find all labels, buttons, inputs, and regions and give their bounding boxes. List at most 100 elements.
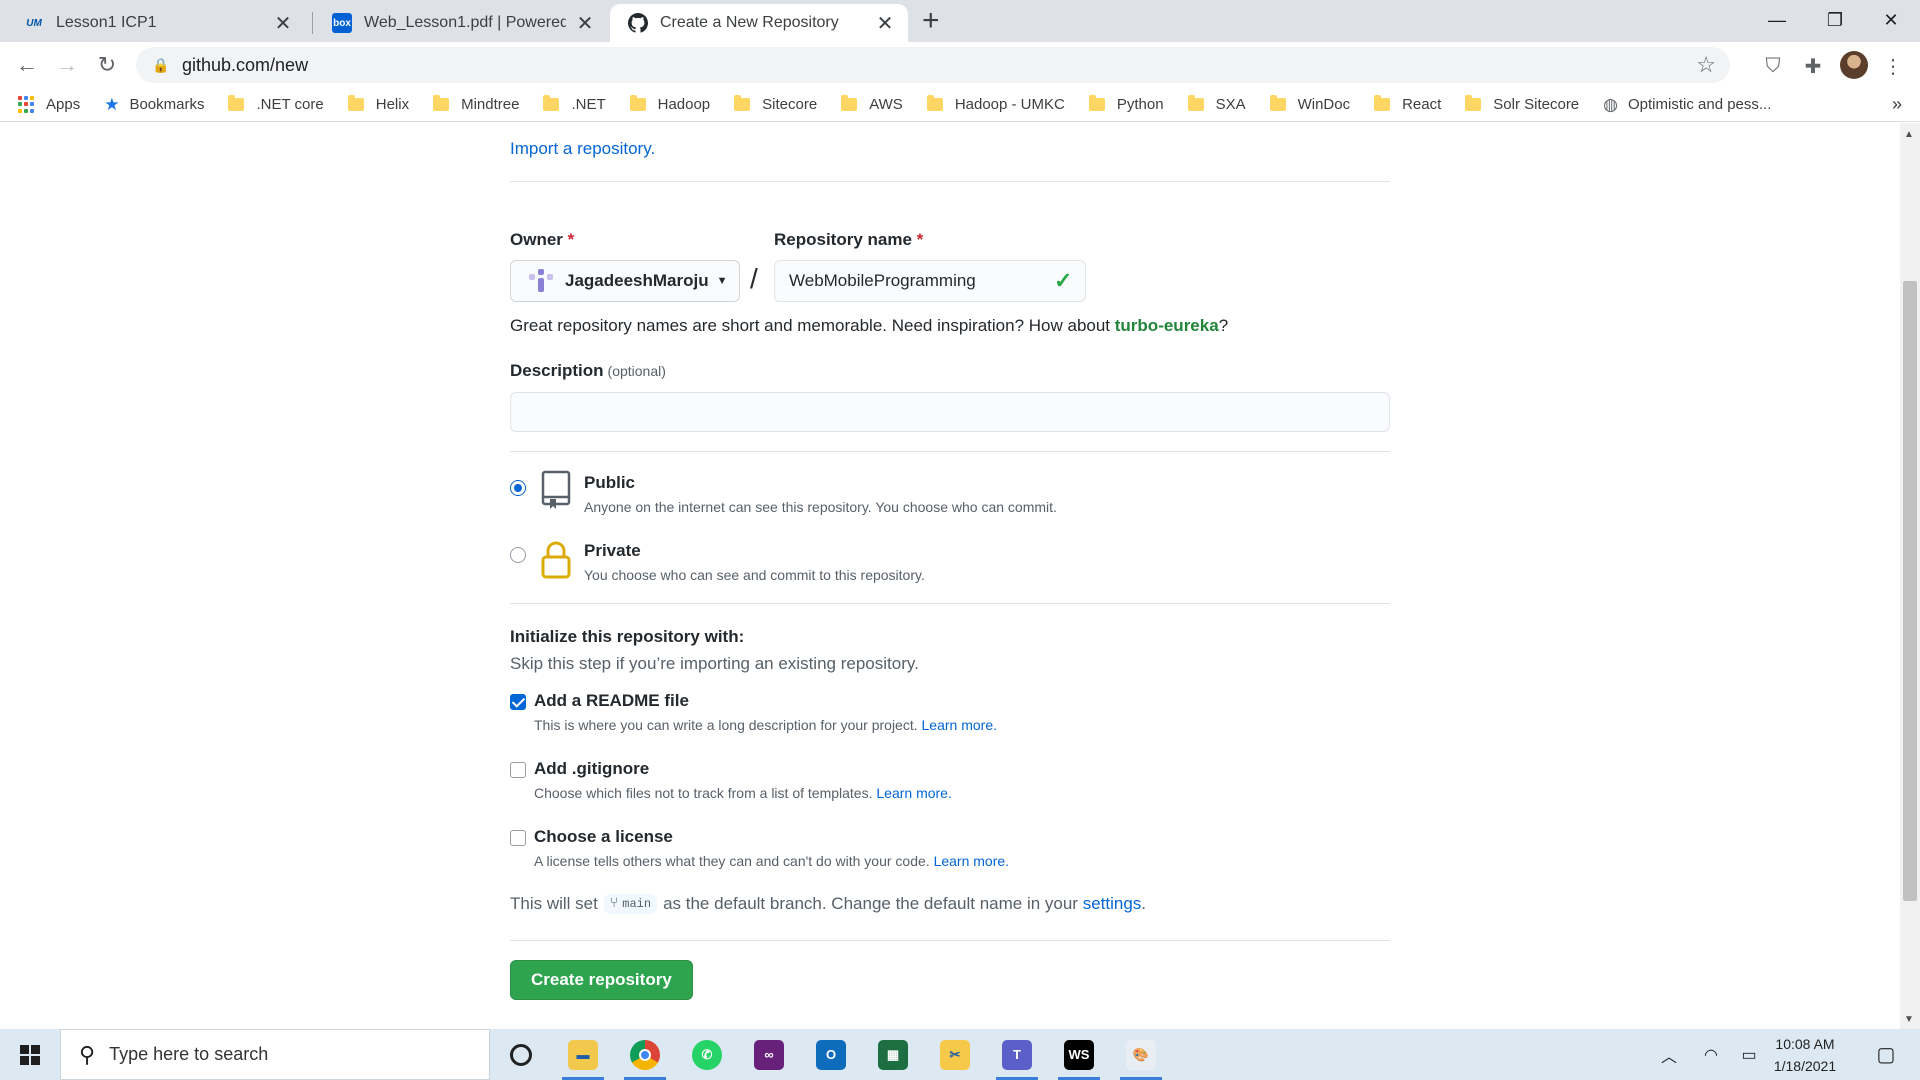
start-button[interactable]: [0, 1029, 60, 1080]
excel-like-icon[interactable]: ▦: [866, 1029, 920, 1080]
bookmark-item[interactable]: Helix: [347, 95, 409, 113]
close-icon[interactable]: ✕: [574, 11, 596, 36]
repo-book-icon: [540, 469, 572, 511]
bookmark-item[interactable]: .NET core: [228, 95, 324, 113]
close-icon[interactable]: ✕: [272, 11, 294, 36]
bookmarks-overflow-button[interactable]: »: [1892, 94, 1902, 115]
bookmark-item[interactable]: Sitecore: [734, 95, 817, 113]
tray-chevron-up-icon[interactable]: ︿: [1654, 1029, 1684, 1080]
minimize-button[interactable]: —: [1748, 0, 1806, 40]
whatsapp-icon[interactable]: ✆: [680, 1029, 734, 1080]
bookmark-item[interactable]: SXA: [1187, 95, 1246, 113]
private-radio[interactable]: [510, 547, 526, 563]
lock-icon: [540, 539, 572, 581]
bookmark-item[interactable]: Hadoop - UMKC: [926, 95, 1065, 113]
new-tab-button[interactable]: +: [922, 6, 940, 36]
scroll-up-icon[interactable]: ▲: [1904, 129, 1914, 140]
shield-extension-icon[interactable]: ⛉: [1760, 53, 1786, 79]
repository-name-input[interactable]: [774, 260, 1086, 302]
owner-label: Owner *: [510, 230, 575, 249]
branch-pill: ⑂ main: [603, 894, 658, 914]
owner-repo-separator: /: [750, 263, 758, 294]
readme-checkbox[interactable]: [510, 694, 526, 710]
reload-button[interactable]: ↻: [92, 50, 122, 80]
bookmark-label: Hadoop - UMKC: [954, 96, 1065, 113]
create-repository-button[interactable]: Create repository: [510, 960, 693, 1000]
import-repository-link[interactable]: Import a repository.: [510, 139, 655, 159]
divider: [510, 940, 1390, 941]
chrome-icon[interactable]: [618, 1029, 672, 1080]
teams-icon[interactable]: T: [990, 1029, 1044, 1080]
default-branch-note: This will set ⑂ main as the default branc…: [510, 894, 1147, 914]
snip-icon[interactable]: ✂: [928, 1029, 982, 1080]
address-bar[interactable]: 🔒 github.com/new ☆: [136, 47, 1730, 83]
bookmark-item[interactable]: ◍ Optimistic and pess...: [1603, 95, 1771, 115]
paint-icon[interactable]: 🎨: [1114, 1029, 1168, 1080]
webstorm-icon[interactable]: WS: [1052, 1029, 1106, 1080]
extensions-puzzle-icon[interactable]: ✚: [1800, 53, 1826, 79]
tab-create-new-repository[interactable]: Create a New Repository ✕: [610, 4, 908, 42]
owner-dropdown[interactable]: JagadeeshMaroju ▼: [510, 260, 740, 302]
close-window-button[interactable]: ✕: [1862, 0, 1920, 40]
menu-kebab-icon[interactable]: ⋮: [1880, 53, 1906, 79]
gitignore-checkbox[interactable]: [510, 762, 526, 778]
tab-web-lesson1-pdf[interactable]: box Web_Lesson1.pdf | Powered by B ✕: [314, 4, 608, 42]
git-branch-icon: ⑂: [609, 896, 619, 912]
scrollbar-thumb[interactable]: [1903, 281, 1917, 901]
tab-title: Lesson1 ICP1: [56, 14, 157, 31]
apps-grid-icon: [18, 95, 36, 114]
bookmark-item[interactable]: AWS: [841, 95, 903, 113]
scroll-down-icon[interactable]: ▼: [1904, 1014, 1914, 1025]
bookmark-label: WinDoc: [1297, 96, 1351, 113]
back-button[interactable]: ←: [12, 50, 42, 80]
windows-logo-icon: [20, 1044, 40, 1065]
license-learn-more-link[interactable]: Learn more.: [934, 853, 1009, 869]
folder-icon: [543, 95, 560, 111]
bookmark-label: Optimistic and pess...: [1628, 96, 1772, 113]
license-checkbox[interactable]: [510, 830, 526, 846]
folder-icon: [841, 95, 858, 111]
readme-learn-more-link[interactable]: Learn more.: [922, 717, 997, 733]
bookmarks-bar: Apps ★ Bookmarks .NET core Helix Mindtree .NET…: [0, 88, 1920, 122]
restore-button[interactable]: ❐: [1806, 0, 1864, 40]
bookmark-item[interactable]: Apps: [18, 95, 80, 114]
box-icon: box: [332, 13, 352, 33]
bookmark-label: Mindtree: [461, 96, 520, 113]
bookmark-item[interactable]: Hadoop: [629, 95, 710, 113]
tab-lesson1[interactable]: UM Lesson1 ICP1 ✕: [6, 4, 306, 42]
public-description: Anyone on the internet can see this repo…: [584, 499, 1057, 515]
page-scrollbar[interactable]: ▲ ▼: [1900, 123, 1920, 1029]
bookmark-item[interactable]: React: [1374, 95, 1441, 113]
network-icon[interactable]: ◠: [1696, 1029, 1726, 1080]
gitignore-learn-more-link[interactable]: Learn more.: [876, 785, 951, 801]
file-explorer-icon[interactable]: ▬: [556, 1029, 610, 1080]
taskbar-clock[interactable]: 10:08 AM 1/18/2021: [1760, 1033, 1850, 1077]
forward-button[interactable]: →: [52, 50, 82, 80]
folder-icon: [1088, 95, 1105, 111]
folder-icon: [433, 95, 450, 111]
bookmark-item[interactable]: Python: [1088, 95, 1164, 113]
lock-icon[interactable]: 🔒: [152, 57, 170, 74]
github-icon: [628, 13, 648, 33]
bookmark-item[interactable]: .NET: [543, 95, 606, 113]
bookmark-label: SXA: [1215, 96, 1246, 113]
name-suggestion-link[interactable]: turbo-eureka: [1115, 316, 1219, 335]
tab-title: Create a New Repository: [660, 14, 839, 31]
bookmark-star-icon[interactable]: ☆: [1696, 52, 1716, 78]
visual-studio-icon[interactable]: ∞: [742, 1029, 796, 1080]
taskbar-search[interactable]: ⚲ Type here to search: [60, 1029, 490, 1080]
cortana-icon[interactable]: [494, 1029, 548, 1080]
description-input[interactable]: [510, 392, 1390, 432]
settings-link[interactable]: settings: [1083, 894, 1142, 914]
folder-icon: [1374, 95, 1391, 111]
profile-avatar[interactable]: [1840, 51, 1868, 79]
bookmark-item[interactable]: Mindtree: [433, 95, 520, 113]
outlook-icon[interactable]: O: [804, 1029, 858, 1080]
public-radio[interactable]: [510, 480, 526, 496]
bookmark-item[interactable]: WinDoc: [1269, 95, 1351, 113]
bookmark-item[interactable]: Solr Sitecore: [1465, 95, 1579, 113]
close-icon[interactable]: ✕: [874, 11, 896, 36]
divider: [510, 181, 1390, 182]
bookmark-item[interactable]: ★ Bookmarks: [104, 95, 204, 115]
notifications-icon[interactable]: ▢: [1866, 1029, 1906, 1080]
